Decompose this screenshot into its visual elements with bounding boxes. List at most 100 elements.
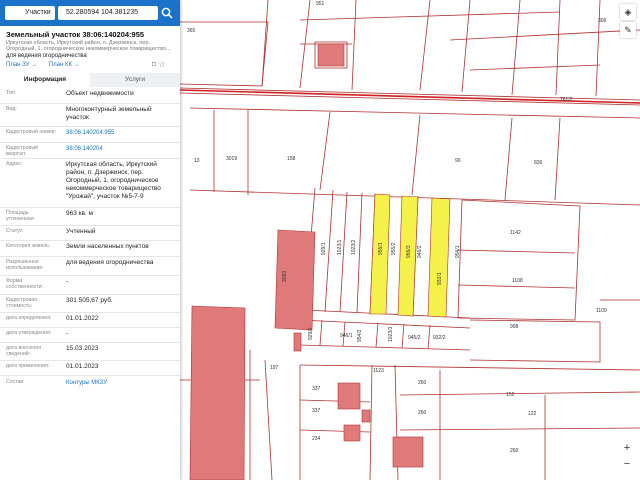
field-row: Состав: Контуры МКЗУ [0, 377, 180, 391]
zoom-controls: + − [620, 440, 634, 472]
map-label: 158 [287, 156, 296, 162]
field-row: Кадастровый квартал: 38:06:140204 [0, 143, 180, 159]
field-row: дата утверждения: - [0, 328, 180, 343]
cadastral-number-link[interactable]: 38:06:140204:955 [66, 129, 176, 137]
field-label: Разрешенное использование: [6, 259, 44, 271]
plan-kk-link[interactable]: План КК → [49, 62, 80, 68]
field-label: Категория земель: [6, 243, 51, 249]
field-label: Форма собственности: [6, 278, 43, 290]
map-label: 1023/2 [351, 239, 357, 255]
map-label: 1123 [373, 368, 384, 374]
map-label: 946/2 [417, 245, 423, 258]
field-label: дата утверждения: [6, 330, 52, 336]
map-label: 122 [528, 411, 537, 417]
field-label: Тип: [6, 90, 17, 96]
zoom-out-icon[interactable]: − [620, 456, 634, 472]
field-value: 963 кв. м [66, 210, 94, 217]
map-label: 908 [510, 324, 519, 330]
map-label: 955/2 [391, 242, 397, 255]
field-label: Площадь уточненная: [6, 210, 35, 222]
map-label: 932/2 [433, 335, 446, 341]
tab-info[interactable]: Информация [0, 73, 90, 88]
search-bar: Участки 52.280594 104.381235 [0, 0, 180, 26]
search-icon[interactable] [160, 6, 174, 20]
map-label: 1023/1 [337, 239, 343, 255]
zoom-in-icon[interactable]: + [620, 440, 634, 456]
map-label: 90 [455, 158, 461, 164]
parcel-purpose: для ведения огородничества [6, 53, 87, 59]
field-row: дата применения: 01.01.2023 [0, 361, 180, 376]
map-label: 955/1 [378, 242, 384, 255]
search-type-select[interactable]: Участки [5, 6, 55, 20]
field-row: Вид: Многоконтурный земельный участок [0, 104, 180, 127]
map-label: 337 [312, 408, 321, 414]
field-value: 01.01.2023 [66, 363, 99, 370]
map-label: 761/2 [560, 97, 573, 103]
map-label: 954/1 [455, 245, 461, 258]
page-title: Земельный участок 38:06:140204:955 [6, 30, 145, 39]
search-type-label: Участки [25, 9, 51, 16]
field-value: Учтенный [66, 228, 96, 235]
tabs: Информация Услуги [0, 73, 180, 88]
field-value: 15.03.2023 [66, 345, 99, 352]
map-label: 951 [316, 1, 325, 7]
map-label: 929/2 [308, 327, 314, 340]
field-row: дата внесения сведений: 15.03.2023 [0, 343, 180, 361]
field-value: для ведения огородничества [66, 259, 154, 266]
search-query: 52.280594 104.381235 [66, 9, 139, 16]
map-label: 3093 [282, 271, 288, 282]
map-label: 954/2 [357, 329, 363, 342]
field-row: Разрешенное использование: для ведения о… [0, 257, 180, 276]
field-label: дата применения: [6, 363, 50, 369]
bookmark-icon[interactable]: ⌑ [152, 60, 156, 69]
map-label: 337 [312, 386, 321, 392]
field-label: дата внесения сведений: [6, 345, 41, 357]
field-value: - [66, 278, 69, 285]
field-row: Статус: Учтенный [0, 226, 180, 241]
layers-icon[interactable]: ◈ [620, 4, 636, 20]
field-value: 301 505,67 руб. [66, 297, 113, 304]
map-label: 260 [510, 448, 519, 454]
map-label: 945/2 [408, 335, 421, 341]
field-value: Земли населенных пунктов [66, 243, 149, 250]
plan-zu-link[interactable]: План ЗУ → [6, 62, 37, 68]
field-label: Кадастровый номер: [6, 129, 56, 135]
map-label: 1108 [512, 278, 523, 284]
tab-services[interactable]: Услуги [90, 73, 180, 87]
pencil-icon[interactable]: ✎ [620, 22, 636, 38]
map-label: 260 [418, 380, 427, 386]
field-label: Состав: [6, 379, 25, 385]
map-label: 3019 [226, 156, 237, 162]
field-row: Категория земель: Земли населенных пункт… [0, 241, 180, 257]
field-label: Статус: [6, 228, 24, 234]
map-label: 946/1 [340, 333, 353, 339]
search-input[interactable]: 52.280594 104.381235 [58, 6, 158, 20]
contours-link[interactable]: Контуры МКЗУ [66, 379, 176, 387]
map-label: 929/1 [321, 242, 327, 255]
field-row: Форма собственности: - [0, 276, 180, 295]
map-label: 836 [534, 160, 543, 166]
map-label: 152 [506, 392, 515, 398]
field-value: 01.01.2022 [66, 315, 99, 322]
field-label: Вид: [6, 106, 17, 112]
field-label: дата определения: [6, 315, 52, 321]
field-row: Площадь уточненная: 963 кв. м [0, 208, 180, 226]
field-value: Многоконтурный земельный участок [66, 106, 152, 121]
field-row: Кадастровая стоимость: 301 505,67 руб. [0, 295, 180, 313]
map-label: 932/1 [437, 272, 443, 285]
map-label: 365 [187, 28, 196, 34]
field-value: Иркутская область, Иркутский район, п. Д… [66, 161, 161, 200]
field-row: Адрес: Иркутская область, Иркутский райо… [0, 159, 180, 208]
field-label: Кадастровый квартал: [6, 145, 38, 157]
cadastral-quarter-link[interactable]: 38:06:140204 [66, 145, 176, 153]
map-label: 955/3 [406, 245, 412, 258]
star-icon[interactable]: ☆ [158, 60, 165, 69]
map-label: 13 [194, 158, 200, 164]
info-panel: Участки 52.280594 104.381235 Земельный у… [0, 0, 180, 480]
field-row: дата определения: 01.01.2022 [0, 313, 180, 328]
map-label: 1109 [596, 308, 607, 314]
map-label: 234 [312, 436, 321, 442]
field-row: Тип: Объект недвижимости [0, 88, 180, 104]
map-toolbar: ◈ ✎ [620, 4, 636, 40]
map-label: 1023/3 [388, 326, 394, 342]
